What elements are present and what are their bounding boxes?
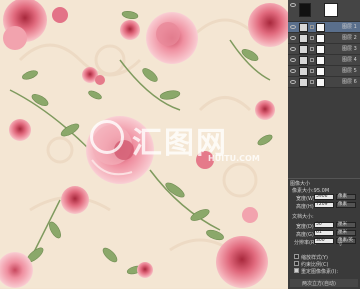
- height-input[interactable]: 7209: [314, 202, 334, 208]
- eye-icon[interactable]: [290, 80, 296, 84]
- doc-width-input[interactable]: 50: [314, 222, 334, 228]
- eye-icon[interactable]: [290, 36, 296, 40]
- link-icon: [310, 25, 314, 29]
- link-icon: [310, 47, 314, 51]
- width-unit-select[interactable]: 像素: [336, 194, 356, 200]
- layer-thumbnail: [299, 45, 308, 54]
- layer-row[interactable]: 图层 3: [288, 44, 360, 55]
- link-icon: [310, 80, 314, 84]
- layer-thumbnail: [299, 34, 308, 43]
- constrain-label: 约束比例(C): [301, 262, 329, 268]
- pixel-dimensions-label: 像素大小:95.0M: [292, 188, 330, 194]
- resolution-input[interactable]: 300: [314, 238, 334, 244]
- layer-thumbnail: [299, 56, 308, 65]
- eye-icon[interactable]: [290, 69, 296, 73]
- document-size-label: 文档大小:: [292, 214, 314, 220]
- eye-icon[interactable]: [290, 47, 296, 51]
- layer-row[interactable]: 图层 6: [288, 77, 360, 88]
- resample-checkbox[interactable]: [294, 268, 299, 273]
- resample-method-bar: 两次立方(自动): [290, 279, 358, 287]
- scale-styles-label: 缩放样式(Y): [301, 255, 328, 261]
- resample-label: 重定图像像素(I):: [301, 269, 339, 275]
- layer-row[interactable]: [288, 0, 360, 22]
- link-icon: [310, 58, 314, 62]
- layer-row[interactable]: 图层 5: [288, 66, 360, 77]
- layer-name: 图层 4: [342, 57, 357, 63]
- layer-row[interactable]: 图层 1: [288, 22, 360, 33]
- layer-name: 图层 2: [342, 35, 357, 41]
- layer-mask-thumbnail: [316, 45, 325, 54]
- layer-mask-thumbnail: [324, 3, 338, 17]
- layer-name: 图层 5: [342, 68, 357, 74]
- eye-icon[interactable]: [290, 58, 296, 62]
- layer-mask-thumbnail: [316, 34, 325, 43]
- layer-name: 图层 1: [342, 24, 357, 30]
- layer-name: 图层 3: [342, 46, 357, 52]
- layer-mask-thumbnail: [316, 23, 325, 32]
- layer-thumbnail: [299, 67, 308, 76]
- doc-height-unit-select[interactable]: 厘米: [336, 230, 356, 236]
- dialog-title: 图像大小: [290, 181, 311, 187]
- eye-icon[interactable]: [290, 25, 296, 29]
- layer-mask-thumbnail: [316, 67, 325, 76]
- doc-height-input[interactable]: 61: [314, 230, 334, 236]
- layer-name: 图层 6: [342, 79, 357, 85]
- scale-styles-checkbox[interactable]: [294, 254, 299, 259]
- eye-icon[interactable]: [290, 3, 296, 7]
- watermark-url: HUITU.COM: [208, 154, 260, 163]
- link-icon: [310, 36, 314, 40]
- resample-method-select[interactable]: 两次立方(自动): [302, 280, 336, 287]
- height-unit-select[interactable]: 像素: [336, 202, 356, 208]
- watermark-logo-icon: [90, 120, 124, 154]
- image-size-dialog: 图像大小 像素大小:95.0M 宽度(W): 5906 像素 高度(H): 72…: [288, 178, 360, 289]
- height-label: 高度(H):: [296, 204, 316, 210]
- layer-mask-thumbnail: [316, 56, 325, 65]
- watermark: 汇图网 HUITU.COM: [90, 118, 288, 174]
- doc-width-unit-select[interactable]: 厘米: [336, 222, 356, 228]
- layer-thumbnail: [299, 78, 308, 87]
- layer-mask-thumbnail: [316, 78, 325, 87]
- constrain-checkbox[interactable]: [294, 261, 299, 266]
- document-canvas[interactable]: 汇图网 HUITU.COM: [0, 0, 288, 288]
- link-icon: [310, 69, 314, 73]
- layer-row[interactable]: 图层 4: [288, 55, 360, 66]
- resolution-unit-select[interactable]: 像素/英寸: [336, 238, 356, 247]
- doc-height-label: 高度(G):: [296, 232, 316, 238]
- layer-thumbnail: [299, 3, 311, 17]
- width-input[interactable]: 5906: [314, 194, 334, 200]
- right-panel: 图层 1 图层 2 图层 3 图层 4 图层 5 图层 6 图像大小 像素大小:…: [288, 0, 360, 289]
- layer-thumbnail: [299, 23, 308, 32]
- layer-row[interactable]: 图层 2: [288, 33, 360, 44]
- layers-panel: 图层 1 图层 2 图层 3 图层 4 图层 5 图层 6: [288, 0, 360, 88]
- doc-width-label: 宽度(D):: [296, 224, 316, 230]
